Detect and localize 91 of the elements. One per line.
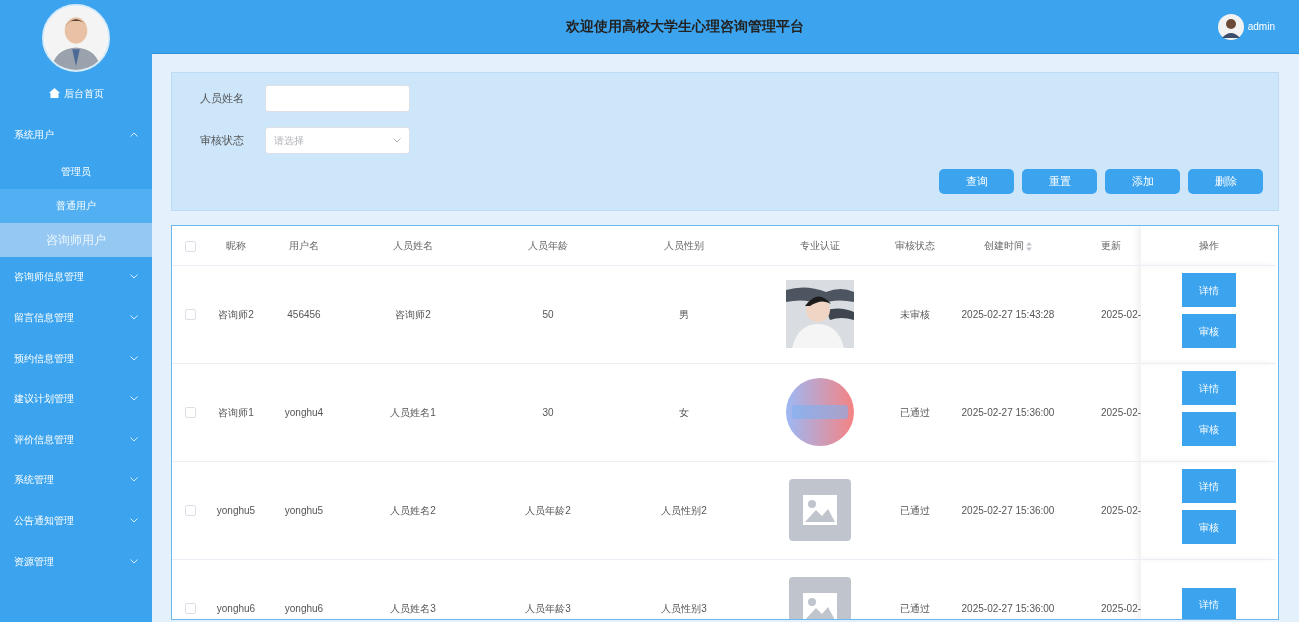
row-action-button[interactable]: 审核 <box>1181 510 1236 544</box>
chevron-icon <box>130 315 138 320</box>
chevron-icon <box>130 396 138 402</box>
table-cell: 2025-02-27 15:36:00 <box>961 504 1055 516</box>
menu-item[interactable]: 咨询师信息管理 <box>0 256 152 298</box>
action-button[interactable]: 删除 <box>1188 169 1263 194</box>
submenu-item[interactable]: 普通用户 <box>0 188 152 223</box>
select-field[interactable]: 请选择 <box>265 127 410 154</box>
menu-item[interactable]: 评价信息管理 <box>0 418 152 460</box>
table-cell: 咨询师2 <box>395 308 431 320</box>
input-field[interactable] <box>265 85 410 112</box>
menu-item[interactable]: 公告通知管理 <box>0 500 152 541</box>
table-cell: 2025-02- <box>1101 504 1141 516</box>
select-all-checkbox[interactable] <box>185 240 196 252</box>
table-cell: 咨询师1 <box>218 406 254 418</box>
chevron-icon <box>130 477 138 483</box>
table-cell: 2025-02- <box>1101 308 1141 320</box>
menu-item[interactable]: 系统管理 <box>0 459 152 501</box>
table-cell: 30 <box>542 406 554 418</box>
table-cell: 2025-02- <box>1101 406 1141 418</box>
column-header[interactable]: 创建时间 <box>983 239 1024 251</box>
field-label: 审核状态 <box>200 133 245 149</box>
user-name[interactable]: admin <box>1247 19 1275 34</box>
table-cell: yonghu5 <box>284 504 324 516</box>
table-cell: 人员年龄3 <box>525 602 571 614</box>
table-cell: 2025-02-27 15:43:28 <box>961 308 1055 320</box>
action-button[interactable]: 重置 <box>1022 169 1097 194</box>
row-checkbox[interactable] <box>185 407 196 419</box>
menu-item[interactable]: 建议计划管理 <box>0 378 152 419</box>
chevron-icon <box>130 436 138 442</box>
table-cell: 人员姓名1 <box>390 406 436 418</box>
table-cell: 2025-02-27 15:36:00 <box>961 406 1055 418</box>
table-cell: 2025-02-27 15:36:00 <box>961 602 1055 614</box>
table-cell: 已通过 <box>900 406 930 418</box>
menu-item[interactable]: 预约信息管理 <box>0 337 152 379</box>
menu-item[interactable]: 系统用户 <box>0 114 152 155</box>
column-header: 人员年龄 <box>528 239 568 251</box>
submenu-item[interactable]: 管理员 <box>0 154 152 189</box>
table-cell: 未审核 <box>900 308 930 320</box>
table-cell: 人员性别3 <box>661 602 707 614</box>
column-header: 用户名 <box>289 239 319 251</box>
user-avatar[interactable] <box>1217 13 1244 40</box>
action-button[interactable]: 查询 <box>939 169 1014 194</box>
menu-item[interactable]: 资源管理 <box>0 540 152 582</box>
column-header: 更新 <box>1101 239 1121 251</box>
row-checkbox[interactable] <box>185 309 196 321</box>
action-button[interactable]: 添加 <box>1105 169 1180 194</box>
row-checkbox[interactable] <box>185 603 196 615</box>
row-action-button[interactable]: 审核 <box>1181 412 1236 446</box>
table-cell: 人员姓名3 <box>390 602 436 614</box>
sort-icon[interactable] <box>1026 241 1033 251</box>
column-header: 昵称 <box>226 239 246 251</box>
column-header: 人员性别 <box>664 239 704 251</box>
column-header: 操作 <box>1198 239 1219 251</box>
table-cell: yonghu6 <box>284 602 324 614</box>
table-cell: 女 <box>679 406 689 418</box>
table-cell: 男 <box>679 308 689 320</box>
table-cell: 咨询师2 <box>218 308 254 320</box>
table-cell: 2025-02- <box>1101 602 1141 614</box>
column-header: 专业认证 <box>800 239 840 251</box>
table-cell: 已通过 <box>900 602 930 614</box>
table-cell: 已通过 <box>900 504 930 516</box>
table-cell: 50 <box>542 308 554 320</box>
table-cell: 人员性别2 <box>661 504 707 516</box>
row-action-button[interactable]: 详情 <box>1181 371 1236 405</box>
table-cell: yonghu4 <box>284 406 324 418</box>
row-action-button[interactable]: 详情 <box>1181 469 1236 503</box>
row-checkbox[interactable] <box>185 505 196 517</box>
chevron-icon <box>393 138 401 143</box>
table-cell: 人员姓名2 <box>390 504 436 516</box>
table-cell: 456456 <box>287 308 321 320</box>
row-action-button[interactable]: 审核 <box>1181 314 1236 348</box>
home-link[interactable]: 后台首页 <box>63 85 104 101</box>
chevron-icon <box>130 517 138 523</box>
column-header: 人员姓名 <box>393 239 433 251</box>
chevron-icon <box>130 355 138 361</box>
field-label: 人员姓名 <box>200 91 245 107</box>
submenu-item[interactable]: 咨询师用户 <box>0 222 152 257</box>
column-header: 审核状态 <box>895 239 935 251</box>
table-cell: yonghu6 <box>216 602 256 614</box>
row-action-button[interactable]: 详情 <box>1181 587 1236 619</box>
image-placeholder-icon <box>789 479 851 541</box>
home-icon <box>48 88 60 98</box>
menu-item[interactable]: 留言信息管理 <box>0 297 152 338</box>
chevron-icon <box>130 274 138 280</box>
page-title: 欢迎使用高校大学生心理咨询管理平台 <box>565 18 804 34</box>
chevron-icon <box>130 131 138 137</box>
table-cell: yonghu5 <box>216 504 256 516</box>
row-action-button[interactable]: 详情 <box>1181 273 1236 307</box>
chevron-icon <box>130 558 138 564</box>
table-cell: 人员年龄2 <box>525 504 571 516</box>
